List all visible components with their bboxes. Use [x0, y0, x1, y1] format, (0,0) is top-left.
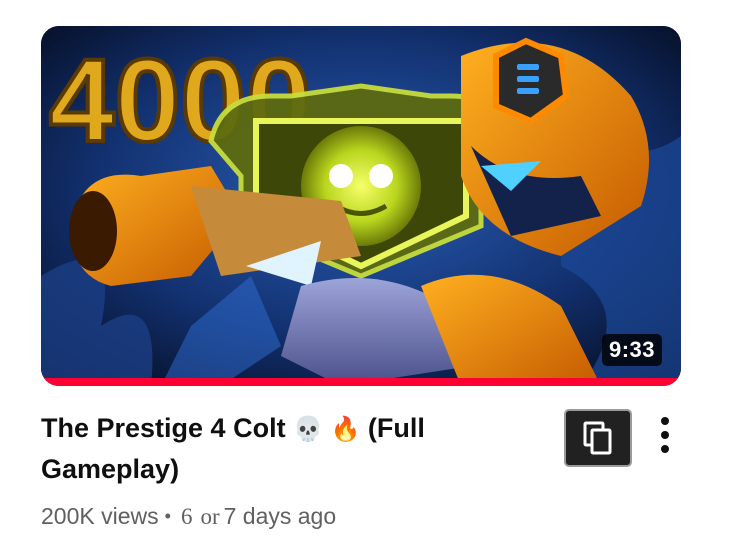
- meta-separator: •: [164, 506, 171, 526]
- more-vertical-icon-dot: [661, 417, 669, 425]
- video-title-text: The Prestige 4 Colt: [41, 413, 286, 443]
- upload-age-first: 6: [180, 504, 193, 529]
- video-metadata: 200K views • 6 or 7 days ago: [41, 503, 336, 530]
- more-options-button[interactable]: [650, 413, 680, 457]
- duration-badge: 9:33: [601, 334, 662, 366]
- copy-icon: [583, 421, 612, 455]
- video-title[interactable]: The Prestige 4 Colt 💀 🔥 (Full Gameplay): [41, 408, 461, 489]
- video-thumbnail[interactable]: 4000 9:33: [41, 26, 681, 386]
- view-count: 200K views: [41, 503, 159, 529]
- more-vertical-icon-dot: [661, 445, 669, 453]
- watch-progress-fill: [41, 378, 681, 386]
- copy-button[interactable]: [564, 409, 632, 467]
- upload-age: 7 days ago: [223, 503, 337, 529]
- skull-emoji: 💀: [293, 415, 323, 443]
- upload-age-or: or: [200, 504, 220, 529]
- fire-emoji: 🔥: [330, 415, 361, 443]
- watch-progress-bar: [41, 378, 681, 386]
- video-card[interactable]: 4000 9:33 The Prestige 4 Colt 💀 🔥 (Full …: [0, 0, 739, 547]
- more-vertical-icon-dot: [661, 431, 669, 439]
- thumbnail-artwork: 4000: [41, 26, 681, 386]
